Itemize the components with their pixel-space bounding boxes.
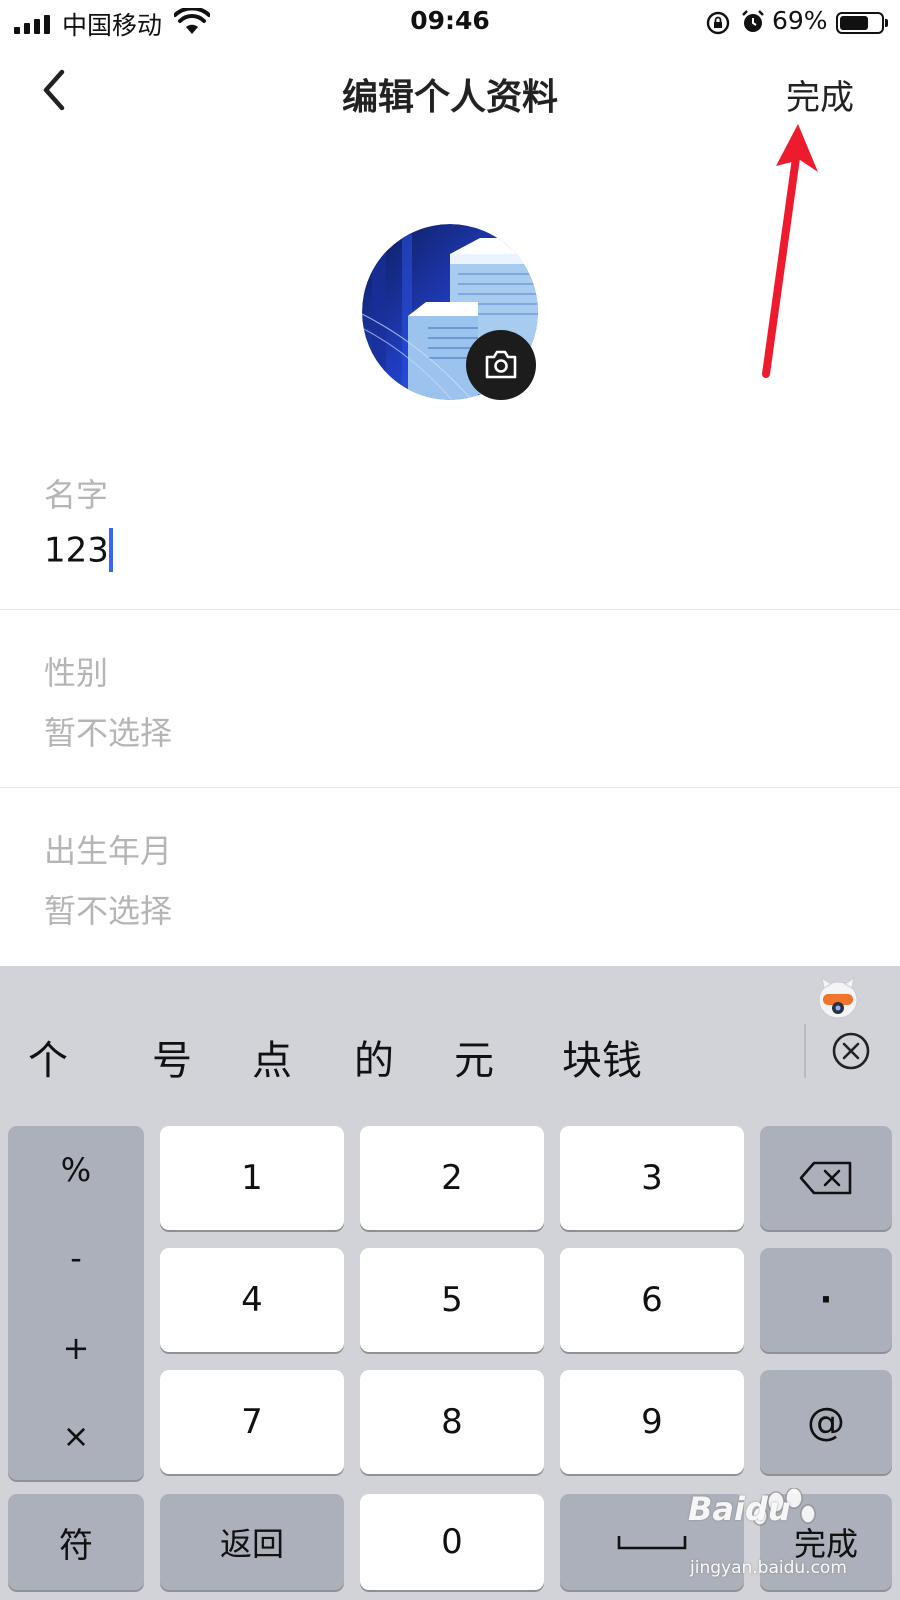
key-7[interactable]: 7 (160, 1370, 344, 1474)
symbol-column[interactable]: % - + × (8, 1126, 144, 1480)
symbol-key[interactable]: + (8, 1304, 144, 1392)
status-bar: 中国移动 09:46 69% (0, 0, 900, 46)
candidate-bar: 个 号 点 的 元 块钱 (0, 1006, 900, 1096)
watermark-brand: Baidu (688, 1490, 791, 1528)
birth-value[interactable]: 暂不选择 (44, 886, 172, 932)
birth-label: 出生年月 (44, 832, 173, 870)
avatar-container[interactable] (362, 224, 538, 400)
key-2[interactable]: 2 (360, 1126, 544, 1230)
gender-value[interactable]: 暂不选择 (44, 708, 172, 754)
battery-icon (836, 12, 888, 34)
symbol-key[interactable]: - (8, 1214, 144, 1302)
backspace-key[interactable] (760, 1126, 892, 1230)
symbol-key[interactable]: % (8, 1126, 144, 1214)
key-6[interactable]: 6 (560, 1248, 744, 1352)
battery-percent: 69% (772, 6, 828, 35)
clear-circle-icon[interactable] (830, 1030, 872, 1072)
divider (804, 1024, 806, 1078)
key-3[interactable]: 3 (560, 1126, 744, 1230)
key-0[interactable]: 0 (360, 1494, 544, 1590)
watermark-site: jingyan.baidu.com (690, 1558, 847, 1578)
battery-fill (840, 16, 868, 30)
candidate[interactable]: 的 (354, 1028, 394, 1086)
name-input[interactable]: 123 (44, 528, 113, 574)
backspace-icon (799, 1161, 852, 1195)
dot-key[interactable]: · (760, 1248, 892, 1352)
symbol-key[interactable]: × (8, 1392, 144, 1480)
symbols-key[interactable]: 符 (8, 1494, 144, 1590)
alarm-icon (742, 10, 764, 32)
name-value: 123 (44, 530, 109, 571)
nav-bar: 编辑个人资料 完成 (0, 50, 900, 130)
divider (0, 787, 900, 788)
candidate[interactable]: 点 (252, 1028, 292, 1086)
return-key[interactable]: 返回 (160, 1494, 344, 1590)
candidate[interactable]: 个 (28, 1028, 68, 1086)
camera-icon (485, 350, 517, 379)
candidate[interactable]: 号 (152, 1028, 192, 1086)
key-9[interactable]: 9 (560, 1370, 744, 1474)
page-title: 编辑个人资料 (341, 77, 558, 118)
at-key[interactable]: @ (760, 1370, 892, 1474)
divider (0, 609, 900, 610)
text-caret (108, 528, 113, 572)
annotation-arrow (762, 124, 818, 378)
gender-field[interactable]: 性别 暂不选择 (0, 638, 900, 788)
key-1[interactable]: 1 (160, 1126, 344, 1230)
candidate[interactable]: 元 (454, 1028, 494, 1086)
done-button[interactable]: 完成 (786, 70, 854, 119)
key-5[interactable]: 5 (360, 1248, 544, 1352)
name-label: 名字 (44, 476, 109, 514)
space-bar-icon (617, 1536, 687, 1550)
key-4[interactable]: 4 (160, 1248, 344, 1352)
rotation-lock-icon (706, 11, 730, 35)
candidate[interactable]: 块钱 (562, 1028, 642, 1086)
key-8[interactable]: 8 (360, 1370, 544, 1474)
gender-label: 性别 (44, 654, 109, 692)
name-field[interactable]: 名字 123 (0, 460, 900, 610)
birth-field[interactable]: 出生年月 暂不选择 (0, 816, 900, 966)
change-avatar-button[interactable] (466, 330, 536, 400)
